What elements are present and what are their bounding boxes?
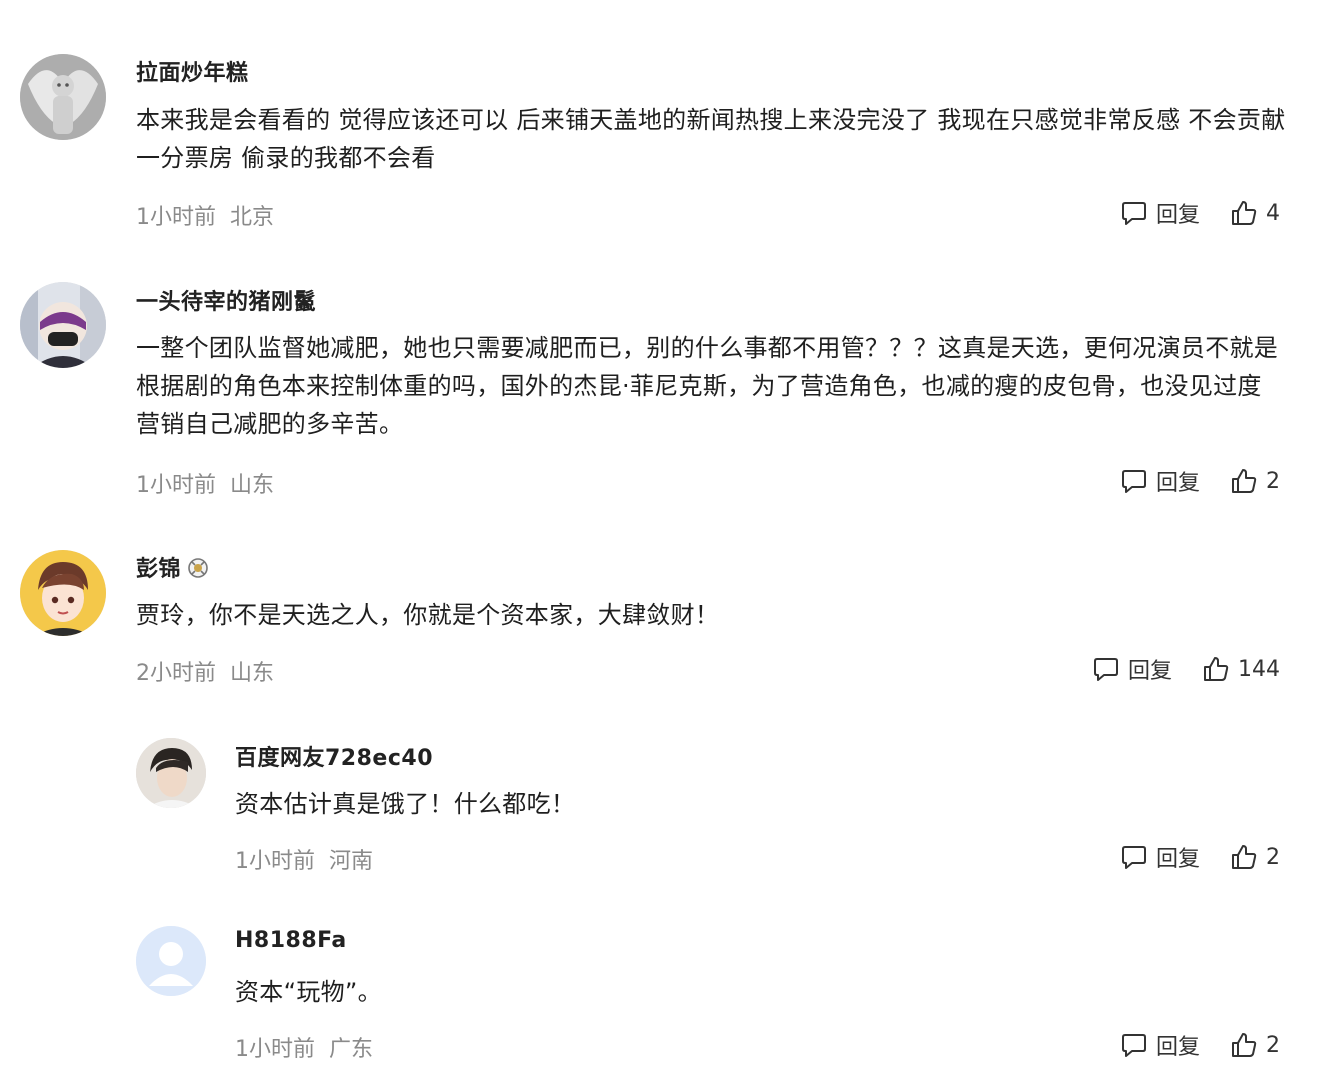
like-button[interactable]: 144 xyxy=(1202,655,1280,683)
reply-button[interactable]: 回复 xyxy=(1092,653,1172,685)
username[interactable]: H8188Fa xyxy=(235,928,347,953)
avatar[interactable] xyxy=(20,550,106,636)
avatar[interactable] xyxy=(136,738,206,808)
comment-actions: 回复 4 xyxy=(1120,197,1280,229)
thumbs-up-icon xyxy=(1204,657,1229,681)
comment-actions: 回复 144 xyxy=(1092,653,1280,685)
like-button[interactable]: 4 xyxy=(1230,199,1280,227)
reply-button[interactable]: 回复 xyxy=(1120,841,1200,873)
location: 广东 xyxy=(329,1037,374,1062)
avatar-image xyxy=(20,282,106,368)
thumbs-up-icon xyxy=(1232,845,1257,869)
comment-meta: 1小时前 河南 xyxy=(235,843,373,875)
timestamp: 1小时前 xyxy=(136,205,216,230)
user-badge-icon xyxy=(188,558,208,578)
default-avatar-icon xyxy=(136,926,206,996)
avatar-image xyxy=(136,738,206,808)
reply-label: 回复 xyxy=(1127,659,1172,684)
like-button[interactable]: 2 xyxy=(1230,843,1280,871)
username[interactable]: 一头待宰的猪刚鬣 xyxy=(136,284,316,316)
reply-label: 回复 xyxy=(1155,471,1200,496)
comment-meta: 1小时前 广东 xyxy=(235,1031,373,1063)
comment-bubble-icon xyxy=(1121,202,1146,225)
username[interactable]: 百度网友728ec40 xyxy=(235,740,433,772)
like-count: 144 xyxy=(1238,656,1280,682)
comment-bubble-icon xyxy=(1093,658,1118,681)
comment-meta: 2小时前 山东 xyxy=(136,655,274,687)
comment-text: 本来我是会看看的 觉得应该还可以 后来铺天盖地的新闻热搜上来没完没了 我现在只感… xyxy=(136,106,1286,172)
like-button[interactable]: 2 xyxy=(1230,1031,1280,1059)
timestamp: 1小时前 xyxy=(235,849,315,874)
avatar-image xyxy=(20,54,106,140)
location: 山东 xyxy=(230,473,275,498)
avatar[interactable] xyxy=(20,282,106,368)
username[interactable]: 拉面炒年糕 xyxy=(136,55,249,87)
timestamp: 1小时前 xyxy=(235,1037,315,1062)
reply-label: 回复 xyxy=(1155,1035,1200,1060)
avatar-image xyxy=(20,550,106,636)
username-text: 彭锦 xyxy=(136,557,182,582)
avatar[interactable] xyxy=(136,926,206,996)
comment-actions: 回复 2 xyxy=(1120,465,1280,497)
thumbs-up-icon xyxy=(1232,201,1257,225)
timestamp: 1小时前 xyxy=(136,473,216,498)
comment-actions: 回复 2 xyxy=(1120,841,1280,873)
like-button[interactable]: 2 xyxy=(1230,467,1280,495)
comment-bubble-icon xyxy=(1121,1034,1146,1057)
location: 河南 xyxy=(329,849,374,874)
comment-meta: 1小时前 北京 xyxy=(136,199,274,231)
comment-list: 拉面炒年糕 本来我是会看看的 觉得应该还可以 后来铺天盖地的新闻热搜上来没完没了… xyxy=(0,0,1338,1088)
like-count: 2 xyxy=(1266,468,1280,494)
comment-text: 贾玲，你不是天选之人，你就是个资本家，大肆敛财！ xyxy=(136,601,720,629)
like-count: 4 xyxy=(1266,200,1280,226)
location: 北京 xyxy=(230,205,275,230)
reply-label: 回复 xyxy=(1155,847,1200,872)
thumbs-up-icon xyxy=(1232,469,1257,493)
like-count: 2 xyxy=(1266,1032,1280,1058)
location: 山东 xyxy=(230,661,275,686)
timestamp: 2小时前 xyxy=(136,661,216,686)
reply-button[interactable]: 回复 xyxy=(1120,197,1200,229)
comment-bubble-icon xyxy=(1121,846,1146,869)
reply-label: 回复 xyxy=(1155,203,1200,228)
comment-text: 资本“玩物”。 xyxy=(235,978,382,1006)
username[interactable]: 彭锦 xyxy=(136,551,209,583)
comment-meta: 1小时前 山东 xyxy=(136,467,274,499)
thumbs-up-icon xyxy=(1232,1033,1257,1057)
comment-actions: 回复 2 xyxy=(1120,1029,1280,1061)
reply-button[interactable]: 回复 xyxy=(1120,465,1200,497)
like-count: 2 xyxy=(1266,844,1280,870)
comment-text: 一整个团队监督她减肥，她也只需要减肥而已，别的什么事都不用管？？？这真是天选，更… xyxy=(136,334,1279,438)
comment-bubble-icon xyxy=(1121,470,1146,493)
avatar[interactable] xyxy=(20,54,106,140)
comment-text: 资本估计真是饿了！什么都吃！ xyxy=(235,790,576,818)
reply-button[interactable]: 回复 xyxy=(1120,1029,1200,1061)
